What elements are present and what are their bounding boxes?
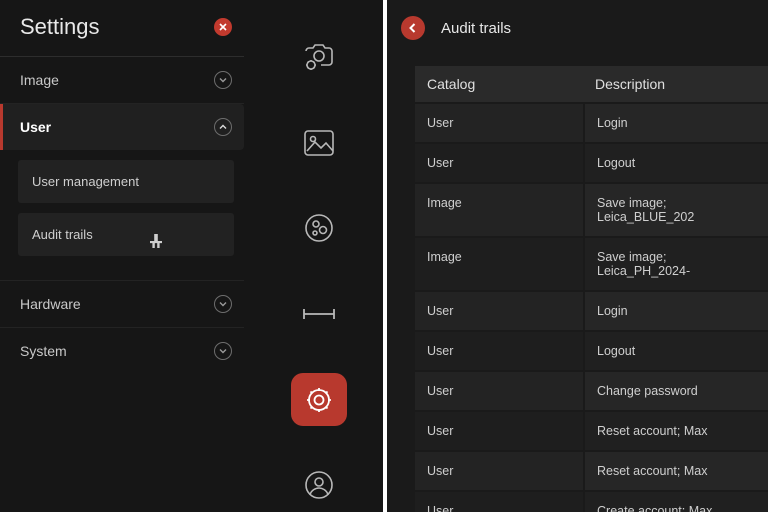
cells-icon[interactable] [291, 201, 347, 255]
nav-item-system[interactable]: System [0, 328, 244, 374]
cell-catalog: User [415, 492, 583, 512]
nav-label: Image [20, 72, 214, 88]
table-row[interactable]: UserLogin [415, 104, 768, 142]
cell-catalog: Image [415, 184, 583, 236]
table-row[interactable]: UserLogout [415, 332, 768, 370]
table-row[interactable]: UserChange password [415, 372, 768, 410]
cell-description: Create account; Max [585, 492, 768, 512]
close-button[interactable] [214, 18, 232, 36]
chevron-up-icon [214, 118, 232, 136]
cell-description: Login [585, 104, 768, 142]
cell-description: Login [585, 292, 768, 330]
col-header-catalog: Catalog [427, 76, 595, 92]
table-header-row: Catalog Description [415, 66, 768, 102]
cell-description: Change password [585, 372, 768, 410]
nav-item-user[interactable]: User [0, 104, 244, 150]
audit-title: Audit trails [441, 20, 511, 37]
cell-catalog: Image [415, 238, 583, 290]
table-row[interactable]: ImageSave image; Leica_BLUE_202 [415, 184, 768, 236]
cell-description: Logout [585, 332, 768, 370]
ruler-icon[interactable] [291, 287, 347, 341]
gear-icon[interactable] [291, 373, 347, 427]
table-body: UserLoginUserLogoutImageSave image; Leic… [415, 102, 768, 512]
back-button[interactable] [401, 16, 425, 40]
table-row[interactable]: UserLogin [415, 292, 768, 330]
chevron-left-icon [407, 22, 419, 34]
cell-catalog: User [415, 104, 583, 142]
tool-rail [254, 0, 383, 512]
nav-item-hardware[interactable]: Hardware [0, 281, 244, 328]
audit-header: Audit trails [387, 0, 768, 56]
cell-catalog: User [415, 292, 583, 330]
settings-header: Settings [0, 14, 244, 57]
cell-catalog: User [415, 412, 583, 450]
chevron-down-icon [214, 342, 232, 360]
cell-catalog: User [415, 332, 583, 370]
camera-settings-icon[interactable] [291, 30, 347, 84]
subnav-label: User management [32, 174, 139, 189]
cell-catalog: User [415, 372, 583, 410]
chevron-down-icon [214, 295, 232, 313]
nav-label: System [20, 343, 214, 359]
cell-catalog: User [415, 144, 583, 182]
cell-description: Reset account; Max [585, 452, 768, 490]
subnav-audit-trails[interactable]: Audit trails [18, 213, 234, 256]
cell-catalog: User [415, 452, 583, 490]
user-icon[interactable] [291, 458, 347, 512]
col-header-description: Description [595, 76, 756, 92]
table-row[interactable]: UserReset account; Max [415, 452, 768, 490]
image-icon[interactable] [291, 116, 347, 170]
settings-nav-column: Settings Image User User management Audi [0, 0, 254, 512]
settings-title: Settings [20, 14, 214, 40]
cell-description: Logout [585, 144, 768, 182]
audit-table: Catalog Description UserLoginUserLogoutI… [387, 56, 768, 512]
subnav-label: Audit trails [32, 227, 93, 242]
audit-panel: Audit trails Catalog Description UserLog… [387, 0, 768, 512]
table-row[interactable]: UserReset account; Max [415, 412, 768, 450]
close-icon [218, 22, 228, 32]
settings-panel: Settings Image User User management Audi [0, 0, 383, 512]
table-row[interactable]: UserCreate account; Max [415, 492, 768, 512]
nav-user-submenu: User management Audit trails [0, 160, 244, 281]
subnav-user-management[interactable]: User management [18, 160, 234, 203]
cell-description: Save image; Leica_BLUE_202 [585, 184, 768, 236]
cell-description: Save image; Leica_PH_2024- [585, 238, 768, 290]
nav-item-image[interactable]: Image [0, 57, 244, 104]
nav-label: User [20, 119, 214, 135]
chevron-down-icon [214, 71, 232, 89]
nav-label: Hardware [20, 296, 214, 312]
table-row[interactable]: UserLogout [415, 144, 768, 182]
cell-description: Reset account; Max [585, 412, 768, 450]
table-row[interactable]: ImageSave image; Leica_PH_2024- [415, 238, 768, 290]
